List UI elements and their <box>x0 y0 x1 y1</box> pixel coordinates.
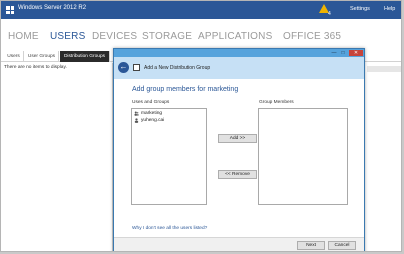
nav-users[interactable]: USERS <box>50 31 85 42</box>
empty-message: There are no items to display. <box>4 65 67 70</box>
list-item-label: yuheng.cai <box>141 118 165 123</box>
screen: Windows Server 2012 R2 4 Settings Help H… <box>0 0 402 252</box>
missing-users-help-link[interactable]: Why I don't see all the users listed? <box>132 226 207 231</box>
back-arrow-icon[interactable]: ← <box>118 62 129 73</box>
notification-button[interactable]: 4 <box>319 2 335 18</box>
dialog-heading: Add group members for marketing <box>132 86 239 93</box>
dialog-title: Add a New Distribution Group <box>144 65 211 71</box>
group-icon <box>134 111 139 116</box>
details-header-bar <box>367 66 401 72</box>
dialog-titlebar: — □ ✕ <box>114 49 364 57</box>
list-item[interactable]: marketing <box>134 110 204 117</box>
minimize-button[interactable]: — <box>330 50 338 56</box>
wizard-window-icon <box>133 64 140 71</box>
user-icon <box>134 118 139 123</box>
list-item-label: marketing <box>141 111 163 116</box>
add-button[interactable]: Add >> <box>218 134 257 143</box>
users-groups-label: Uses and Groups <box>132 100 170 105</box>
nav-devices[interactable]: DEVICES <box>92 31 137 42</box>
dialog-header: ← Add a New Distribution Group <box>114 57 364 79</box>
dialog-footer: Next Cancel <box>114 237 364 251</box>
tab-users[interactable]: Users <box>4 51 24 62</box>
group-members-label: Group Members <box>259 100 294 105</box>
groups-list-pane: There are no items to display. <box>1 63 113 251</box>
help-link[interactable]: Help <box>384 6 395 12</box>
window-title: Windows Server 2012 R2 <box>18 5 87 11</box>
group-members-list[interactable] <box>258 108 348 205</box>
nav-applications[interactable]: APPLICATIONS <box>198 31 272 42</box>
next-button[interactable]: Next <box>297 241 325 250</box>
remove-button[interactable]: << Remove <box>218 170 257 179</box>
nav-office-365[interactable]: OFFICE 365 <box>283 31 341 42</box>
add-distribution-group-dialog: — □ ✕ ← Add a New Distribution Group Add… <box>113 48 365 251</box>
settings-link[interactable]: Settings <box>350 6 370 12</box>
notification-count: 4 <box>328 11 331 17</box>
tab-user-groups[interactable]: User Groups <box>25 51 59 62</box>
maximize-button[interactable]: □ <box>339 50 347 56</box>
nav-home[interactable]: HOME <box>8 31 39 42</box>
top-bar: Windows Server 2012 R2 4 Settings Help <box>1 1 401 19</box>
close-button[interactable]: ✕ <box>349 50 363 56</box>
list-item[interactable]: yuheng.cai <box>134 117 204 124</box>
available-users-list[interactable]: marketing yuheng.cai <box>131 108 207 205</box>
windows-logo-icon <box>6 6 14 14</box>
nav-storage[interactable]: STORAGE <box>142 31 192 42</box>
cancel-button[interactable]: Cancel <box>328 241 356 250</box>
tab-distribution-groups[interactable]: Distribution Groups <box>60 51 110 62</box>
